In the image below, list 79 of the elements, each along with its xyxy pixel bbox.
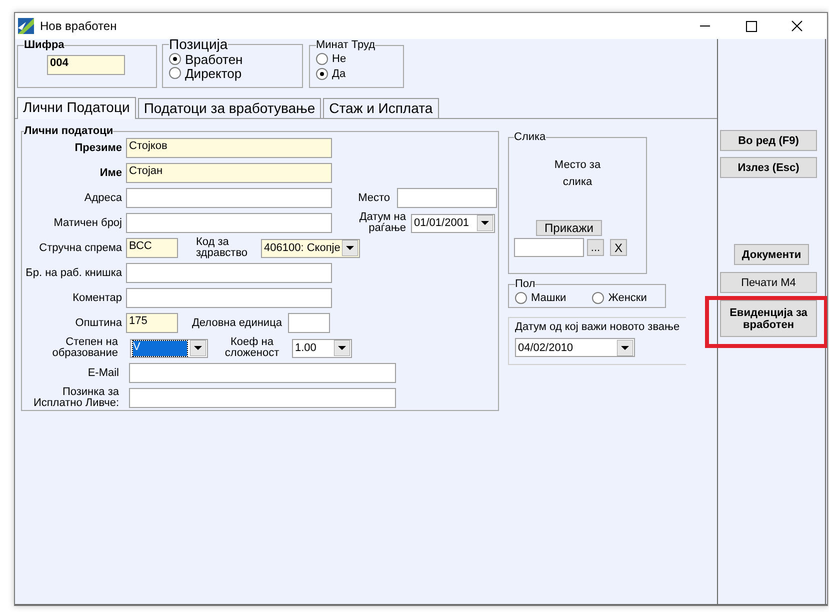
radio-label: Да bbox=[332, 68, 346, 80]
field-label: Датум на раѓање bbox=[358, 212, 406, 234]
photo-placeholder-text: Место за слика bbox=[553, 158, 602, 190]
field-label: Позинка за Исплатно Ливче: bbox=[32, 387, 119, 409]
caret-icon bbox=[617, 340, 633, 356]
dropdown[interactable]: 1.00 bbox=[292, 338, 352, 358]
radio-circle[interactable] bbox=[316, 68, 328, 80]
action-button[interactable]: Излез (Esc) bbox=[720, 157, 817, 178]
caret-icon bbox=[190, 340, 206, 356]
dropdown[interactable]: V bbox=[130, 338, 208, 358]
field-label: Бр. на раб. книшка bbox=[24, 268, 122, 278]
tab[interactable]: Стаж и Исплата bbox=[323, 98, 439, 118]
radio-label: Вработен bbox=[185, 52, 243, 66]
radio-label: Женски bbox=[608, 292, 647, 304]
input-field[interactable] bbox=[514, 238, 584, 257]
group-label: Минат Труд bbox=[316, 39, 376, 51]
input-field[interactable]: Стојан bbox=[126, 163, 332, 183]
radio-button[interactable]: Не bbox=[316, 51, 397, 66]
tab[interactable]: Лични Податоци bbox=[17, 97, 136, 119]
radio-button[interactable]: Да bbox=[316, 66, 397, 81]
input-field[interactable]: 004 bbox=[47, 55, 125, 75]
tab[interactable]: Податоци за вработување bbox=[138, 98, 322, 118]
group-label: Пол bbox=[515, 278, 536, 290]
field-label: Презиме bbox=[74, 142, 122, 154]
field-label: Матичен број bbox=[52, 218, 122, 228]
action-button[interactable]: Евиденција за вработен bbox=[720, 300, 817, 337]
clear-button[interactable]: X bbox=[610, 239, 627, 256]
group-label: Слика bbox=[514, 131, 546, 143]
input-field[interactable]: ВСС bbox=[126, 238, 178, 258]
radio-circle[interactable] bbox=[169, 67, 181, 79]
radio-label: Директор bbox=[185, 66, 242, 80]
input-field[interactable] bbox=[126, 288, 332, 308]
app-logo-icon bbox=[18, 18, 34, 34]
input-field[interactable] bbox=[288, 313, 330, 333]
show-button[interactable]: Прикажи bbox=[536, 220, 602, 236]
radio-button[interactable]: Женски bbox=[592, 290, 647, 305]
action-button[interactable]: Документи bbox=[734, 244, 809, 265]
radio-button[interactable]: Машки bbox=[515, 290, 566, 305]
caret-icon bbox=[334, 340, 350, 356]
field-label: Стручна спрема bbox=[38, 242, 122, 254]
window-title: Нов вработен bbox=[40, 19, 117, 33]
action-button[interactable]: Во ред (F9) bbox=[720, 130, 817, 151]
field-label: Коеф на сложеност bbox=[224, 337, 280, 359]
field-label: Име bbox=[98, 168, 122, 178]
field-label: Адреса bbox=[83, 192, 122, 204]
radio-circle[interactable] bbox=[169, 53, 181, 65]
field-label: Степен на образование bbox=[51, 337, 118, 359]
radio-button[interactable]: Директор bbox=[169, 66, 296, 80]
input-field[interactable] bbox=[126, 213, 332, 233]
field-label: Датум од кој важи новото звање bbox=[515, 321, 681, 333]
dropdown[interactable]: 04/02/2010 bbox=[515, 338, 635, 357]
field-label: Општина bbox=[74, 318, 122, 328]
radio-circle[interactable] bbox=[515, 292, 527, 304]
input-field[interactable] bbox=[129, 363, 396, 383]
field-label: Код за здравство bbox=[196, 237, 249, 259]
field-label: Место bbox=[358, 192, 390, 204]
caret-icon bbox=[342, 240, 358, 256]
action-button[interactable]: Печати М4 bbox=[720, 272, 817, 293]
input-field[interactable] bbox=[126, 263, 332, 283]
browse-button[interactable]: ... bbox=[587, 239, 604, 256]
dropdown[interactable]: 406100: Скопје bbox=[261, 238, 360, 258]
radio-label: Не bbox=[332, 52, 346, 64]
group-label: Шифра bbox=[24, 39, 64, 51]
input-field[interactable] bbox=[397, 188, 497, 208]
input-field[interactable] bbox=[126, 188, 332, 208]
radio-button[interactable]: Вработен bbox=[169, 52, 296, 66]
field-label: Деловна единица bbox=[190, 318, 282, 328]
radio-label: Машки bbox=[531, 292, 566, 304]
radio-circle[interactable] bbox=[316, 52, 328, 64]
field-label: Коментар bbox=[72, 292, 122, 304]
field-label: E-Mail bbox=[86, 368, 119, 378]
dropdown[interactable]: 01/01/2001 bbox=[411, 214, 495, 232]
input-field[interactable] bbox=[129, 388, 396, 408]
caret-icon bbox=[477, 215, 493, 231]
radio-circle[interactable] bbox=[592, 292, 604, 304]
input-field[interactable]: 175 bbox=[126, 313, 178, 333]
group-label: Лични податоци bbox=[24, 125, 114, 137]
group-label: Позиција bbox=[169, 36, 228, 52]
input-field[interactable]: Стојков bbox=[126, 138, 332, 158]
